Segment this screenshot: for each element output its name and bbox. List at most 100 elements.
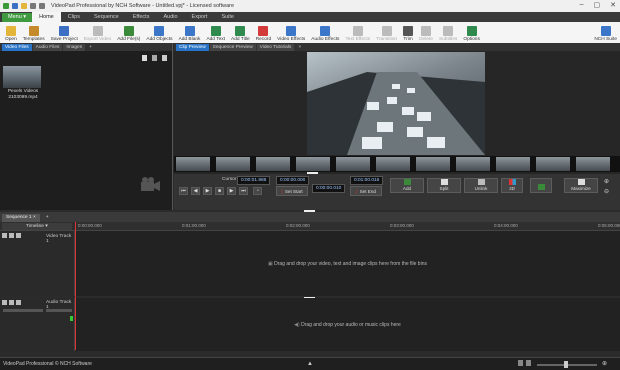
- snapshot-button[interactable]: [530, 178, 552, 193]
- timeline-ruler[interactable]: Timeline ▾ 0:00:00.000 0:01:00.000 0:02:00…: [0, 222, 620, 231]
- tab-home[interactable]: Home: [32, 12, 61, 22]
- filmstrip-frame: [176, 157, 210, 171]
- trash-icon[interactable]: [152, 55, 157, 61]
- save-project-button[interactable]: Save Project: [48, 22, 81, 43]
- next-icon[interactable]: ⏭: [239, 187, 248, 195]
- 3d-button[interactable]: 3D: [501, 178, 523, 193]
- nch-suite-button[interactable]: NCH Suite: [591, 22, 620, 43]
- unlink-button[interactable]: Unlink: [464, 178, 498, 193]
- step-back-icon[interactable]: ◀: [191, 187, 200, 195]
- panel-splitter[interactable]: [304, 210, 315, 212]
- previous-icon[interactable]: ⏮: [179, 187, 188, 195]
- speed-icon[interactable]: ◔: [253, 187, 262, 195]
- add-title-button[interactable]: Add Title: [228, 22, 253, 43]
- tab-audio-files[interactable]: Audio Files: [32, 44, 63, 51]
- video-frame: [307, 72, 485, 155]
- stop-icon[interactable]: ■: [215, 187, 224, 195]
- save-icon[interactable]: [12, 3, 18, 9]
- audio-track[interactable]: ◀) Drag and drop your audio or music cli…: [75, 298, 620, 351]
- maximize-button[interactable]: Maximize: [564, 178, 598, 193]
- pan-slider[interactable]: [46, 309, 72, 312]
- delete-button[interactable]: Delete: [416, 22, 436, 43]
- options-button[interactable]: Options: [460, 22, 483, 43]
- collapse-icon[interactable]: [2, 233, 7, 238]
- tab-export[interactable]: Export: [185, 12, 215, 22]
- audio-track-header: Audio Track 1: [0, 298, 75, 351]
- zoom-out-icon[interactable]: ⊖: [604, 188, 609, 195]
- step-forward-icon[interactable]: ▶: [227, 187, 236, 195]
- menu-button[interactable]: Menu ▾: [2, 12, 33, 22]
- add-bin-button[interactable]: +: [86, 44, 95, 51]
- volume-slider[interactable]: [3, 309, 43, 312]
- maximize-icon[interactable]: ▢: [594, 1, 601, 9]
- toolbar-label: Options: [463, 37, 480, 42]
- audio-effects-button[interactable]: Audio Effects: [308, 22, 342, 43]
- open-button[interactable]: Open: [2, 22, 20, 43]
- add-blank-button[interactable]: Add Blank: [176, 22, 204, 43]
- set-end-button[interactable]: } Set End: [350, 186, 382, 196]
- add-button[interactable]: Add: [390, 178, 424, 193]
- lock-icon[interactable]: [9, 300, 14, 305]
- view-list-icon[interactable]: [162, 55, 167, 61]
- video-effects-button[interactable]: Video Effects: [274, 22, 308, 43]
- record-button[interactable]: Record: [253, 22, 274, 43]
- tab-images[interactable]: Images: [63, 44, 86, 51]
- undo-icon[interactable]: [30, 3, 36, 9]
- set-start-button[interactable]: {Set Start: [276, 186, 308, 196]
- snap-icon[interactable]: [518, 360, 523, 366]
- split-button[interactable]: Split: [427, 178, 461, 193]
- add-sequence-button[interactable]: +: [41, 214, 53, 222]
- zoom-in-icon[interactable]: ⊕: [602, 360, 607, 367]
- end-time[interactable]: 0:01:00.016: [350, 176, 384, 185]
- tab-clip-preview[interactable]: Clip Preview: [176, 44, 209, 51]
- add-blank-icon: [184, 26, 195, 36]
- tab-suite[interactable]: Suite: [214, 12, 241, 22]
- tab-effects[interactable]: Effects: [126, 12, 157, 22]
- zoom-in-icon[interactable]: ⊕: [604, 178, 609, 185]
- collapse-icon[interactable]: [2, 300, 7, 305]
- video-hint-text: Drag and drop your video, text and image…: [274, 261, 427, 267]
- tab-clips[interactable]: Clips: [61, 12, 87, 22]
- expand-up-icon[interactable]: ▲: [307, 361, 313, 367]
- visibility-icon[interactable]: [16, 233, 21, 238]
- close-icon[interactable]: ✕: [610, 1, 616, 9]
- play-icon[interactable]: ▶: [203, 187, 212, 195]
- tab-sequence[interactable]: Sequence: [87, 12, 126, 22]
- redo-icon[interactable]: [39, 3, 45, 9]
- tab-sequence-preview[interactable]: Sequence Preview: [209, 44, 256, 51]
- folder-icon[interactable]: [21, 3, 27, 9]
- add-file-s-button[interactable]: Add File(s): [114, 22, 143, 43]
- lock-icon[interactable]: [9, 233, 14, 238]
- export-video-button[interactable]: Export Video: [81, 22, 114, 43]
- templates-button[interactable]: Templates: [20, 22, 48, 43]
- cursor-time[interactable]: 0:00:01.988: [237, 176, 271, 185]
- subtitles-button[interactable]: Subtitles: [436, 22, 460, 43]
- close-tab-icon[interactable]: ×: [295, 44, 305, 51]
- preview-tabs: Clip Preview Sequence Preview Video Tuto…: [174, 43, 620, 51]
- trim-button[interactable]: Trim: [400, 22, 416, 43]
- add-objects-button[interactable]: Add Objects: [143, 22, 175, 43]
- transition-button[interactable]: Transition: [373, 22, 400, 43]
- video-preview[interactable]: [307, 52, 485, 155]
- toolbar-label: Export Video: [83, 37, 112, 42]
- tab-video-tutorials[interactable]: Video Tutorials: [256, 44, 295, 51]
- tab-audio[interactable]: Audio: [156, 12, 184, 22]
- filmstrip-frame: [336, 157, 370, 171]
- start-time[interactable]: 0:00:00.000: [276, 176, 310, 185]
- duration-time[interactable]: 0:00:00.010: [312, 184, 346, 193]
- video-track[interactable]: ▣ Drag and drop your video, text and ima…: [75, 231, 620, 296]
- filmstrip-frame: [296, 157, 330, 171]
- speaker-icon: ◀): [294, 322, 300, 328]
- clip-thumbnail[interactable]: [3, 66, 41, 88]
- text-effects-button[interactable]: Text Effects: [342, 22, 373, 43]
- new-bin-icon[interactable]: [142, 55, 147, 61]
- minimize-icon[interactable]: –: [580, 1, 584, 9]
- filmstrip[interactable]: [174, 156, 620, 172]
- fit-icon[interactable]: [526, 360, 531, 366]
- add-text-button[interactable]: Add Text: [203, 22, 228, 43]
- tab-video-files[interactable]: Video Files: [2, 44, 32, 51]
- tab-sequence-1[interactable]: Sequence 1 ×: [2, 214, 40, 222]
- zoom-slider-knob[interactable]: [564, 361, 568, 368]
- speaker-icon[interactable]: [16, 300, 21, 305]
- playhead[interactable]: [75, 222, 76, 350]
